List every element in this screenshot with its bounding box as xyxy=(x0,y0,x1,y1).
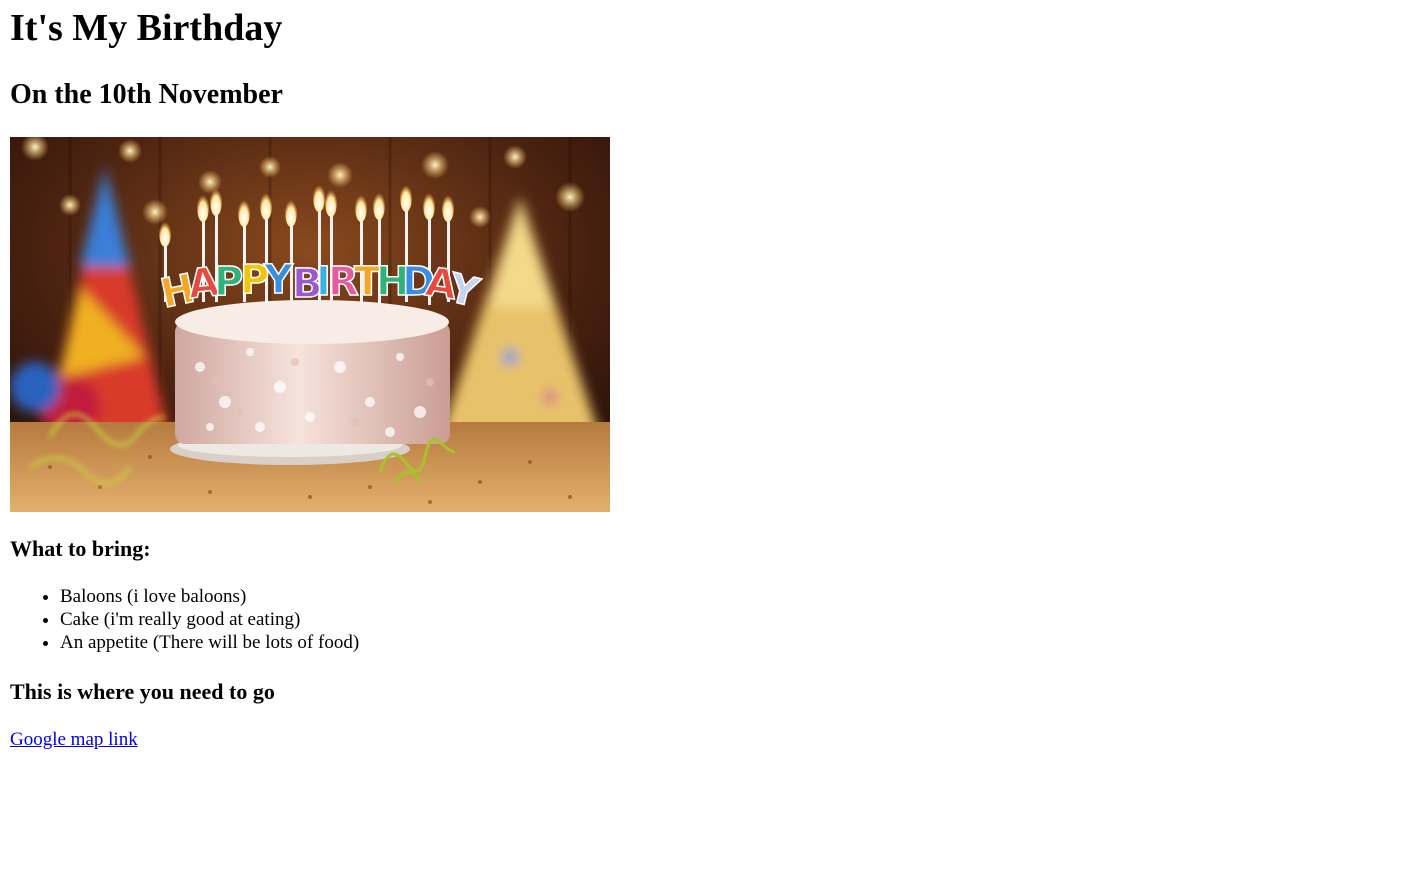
bring-list: Baloons (i love baloons) Cake (i'm reall… xyxy=(10,585,359,654)
location-heading: This is where you need to go xyxy=(10,679,275,704)
birthday-cake-image: H A P P Y B I R T H D A Y xyxy=(10,137,610,512)
what-to-bring-heading: What to bring: xyxy=(10,536,151,561)
list-item: An appetite (There will be lots of food) xyxy=(60,631,359,654)
svg-text:Y: Y xyxy=(263,257,294,303)
cake-illustration: H A P P Y B I R T H D A Y xyxy=(10,137,610,512)
google-map-link[interactable]: Google map link xyxy=(10,728,138,751)
svg-text:P: P xyxy=(214,259,243,305)
page-title: It's My Birthday xyxy=(10,7,283,49)
list-item: Cake (i'm really good at eating) xyxy=(60,608,359,631)
list-item: Baloons (i love baloons) xyxy=(60,585,359,608)
page-subtitle: On the 10th November xyxy=(10,79,283,110)
